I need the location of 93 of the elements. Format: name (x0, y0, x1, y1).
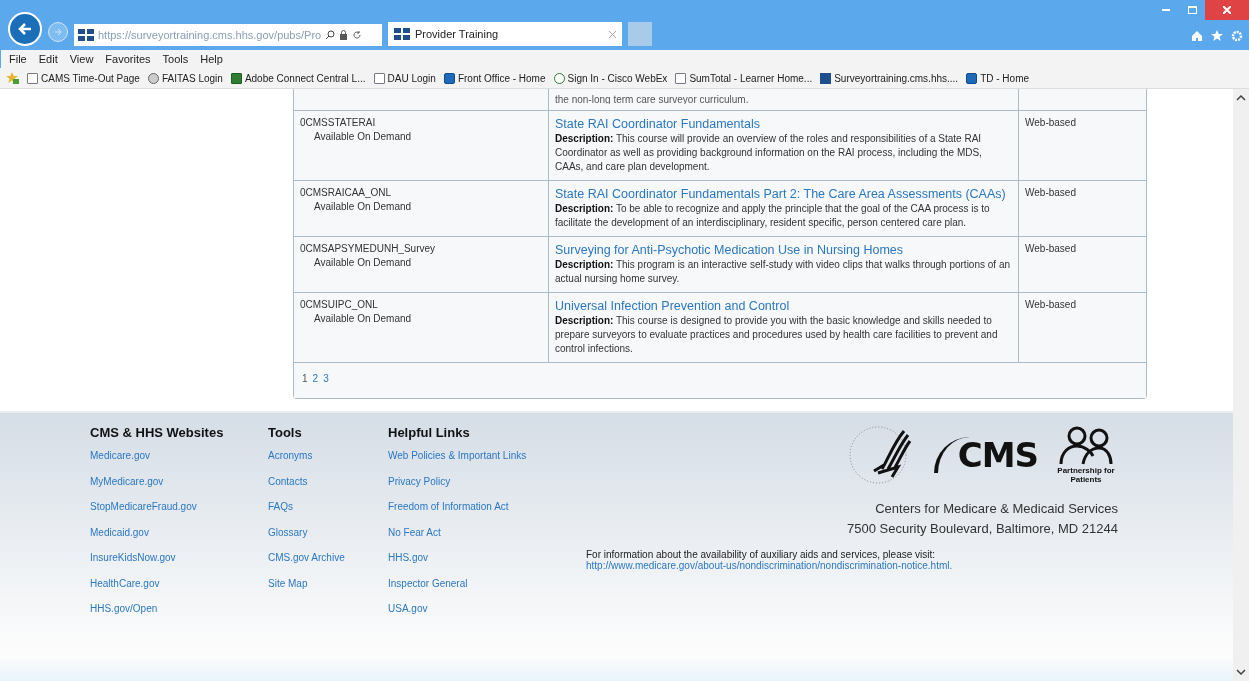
favorite-link[interactable]: CAMS Time-Out Page (27, 72, 140, 84)
browser-tab[interactable]: Provider Training (388, 22, 622, 46)
footer-link[interactable]: Site Map (268, 577, 388, 603)
description-text: Description: This course will provide an overview of the roles and responsibilities of a State RAI Coordinator as well as providing background information on the RAI process, including the MDS, CAAs, and care plan development. (555, 132, 983, 174)
footer-link[interactable]: Glossary (268, 526, 388, 552)
favorite-link[interactable]: Adobe Connect Central L... (230, 72, 366, 84)
page-link[interactable]: 3 (323, 373, 329, 384)
maximize-icon (1187, 6, 1197, 14)
refresh-icon[interactable] (352, 30, 363, 40)
footer-link[interactable]: MyMedicare.gov (90, 475, 268, 501)
settings-icon[interactable] (1231, 30, 1243, 42)
menu-item[interactable]: View (69, 53, 94, 65)
footer-link[interactable]: Web Policies & Important Links (388, 450, 568, 476)
course-title-link[interactable]: Universal Infection Prevention and Control (555, 298, 1012, 314)
site-logo-icon (78, 29, 94, 41)
address-line: 7500 Security Boulevard, Baltimore, MD 21244 (846, 520, 1118, 538)
footer-heading: Helpful Links (388, 425, 471, 440)
description-text: Description: This program is an interactive self-study with video clips that walks through portions of an actual nursing home survey. (555, 258, 1011, 286)
favorite-link[interactable]: Front Office - Home (443, 72, 546, 84)
footer-link[interactable]: Medicaid.gov (90, 526, 268, 552)
footer-link[interactable]: HealthCare.gov (90, 577, 268, 603)
course-code: 0CMSRAICAA_ONL (300, 186, 393, 200)
footer-heading: Tools (268, 425, 303, 440)
back-button[interactable] (8, 12, 42, 46)
course-title-link[interactable]: State RAI Coordinator Fundamentals (555, 116, 1012, 132)
delivery-type: Web-based (1025, 243, 1076, 254)
back-arrow-icon (18, 22, 32, 36)
home-icon[interactable] (1191, 30, 1203, 42)
scrollbar[interactable] (1233, 89, 1249, 681)
notice-text: For information about the availability of auxiliary aids and services, please visit: (586, 549, 936, 560)
availability-text: Available On Demand (313, 312, 413, 326)
minimize-icon (1162, 9, 1170, 11)
forward-button[interactable] (48, 22, 68, 42)
footer-link[interactable]: HHS.gov/Open (90, 603, 268, 629)
footer-link[interactable]: Acronyms (268, 450, 388, 476)
menu-item[interactable]: File (9, 53, 27, 65)
footer-link[interactable]: No Fear Act (388, 526, 568, 552)
delivery-type: Web-based (1025, 117, 1076, 128)
menu-item[interactable]: Tools (162, 53, 189, 65)
site-logo-icon (394, 28, 410, 40)
favorite-link[interactable]: Sign In - Cisco WebEx (553, 72, 668, 84)
cms-logo: CMS (933, 437, 1044, 473)
footer-link[interactable]: USA.gov (388, 603, 568, 629)
availability-text: Available On Demand (313, 200, 413, 214)
availability-text: Available On Demand (313, 130, 413, 144)
course-title-link[interactable]: Surveying for Anti-Psychotic Medication Use in Nursing Homes (555, 242, 1012, 258)
footer-link[interactable]: FAQs (268, 501, 388, 527)
scroll-up-icon[interactable] (1236, 95, 1246, 101)
url-text: https://surveyortraining.cms.hhs.gov/pubs/Pro (98, 29, 322, 41)
footer-heading: CMS & HHS Websites (90, 425, 225, 440)
search-icon[interactable] (325, 30, 336, 40)
course-code: 0CMSAPSYMEDUNH_Survey (300, 242, 437, 256)
description-text: Description: To be able to recognize and apply the principle that the goal of the CAA process is to facilitate the development of an interdisciplinary, resident specific, person centered care plan. (555, 202, 991, 230)
footer-link[interactable]: HHS.gov (388, 552, 568, 578)
footer-link[interactable]: Contacts (268, 475, 388, 501)
availability-text: Available On Demand (313, 256, 413, 270)
favorite-link[interactable]: Surveyortraining.cms.hhs.... (820, 72, 959, 84)
tab-title: Provider Training (415, 28, 500, 40)
delivery-type: Web-based (1025, 299, 1076, 310)
scroll-down-icon[interactable] (1236, 669, 1246, 675)
notice-link[interactable]: http://www.medicare.gov/about-us/nondiscrimination/nondiscrimination-notice.html. (586, 560, 1118, 571)
footer-link[interactable]: StopMedicareFraud.gov (90, 501, 268, 527)
course-code: 0CMSSTATERAI (300, 116, 377, 130)
close-button[interactable] (1205, 0, 1249, 20)
menu-item[interactable]: Edit (38, 53, 58, 65)
star-icon[interactable] (1211, 30, 1223, 42)
footer-link[interactable]: Medicare.gov (90, 450, 268, 476)
page-link[interactable]: 1 (302, 373, 308, 384)
footer-link[interactable]: Freedom of Information Act (388, 501, 568, 527)
favorite-link[interactable]: DAU Login (373, 72, 436, 84)
page-link[interactable]: 2 (312, 373, 319, 384)
forward-arrow-icon (54, 28, 62, 36)
footer-link[interactable]: InsureKidsNow.gov (90, 552, 268, 578)
lock-icon (339, 30, 349, 40)
favorite-link[interactable]: SumTotal - Learner Home... (675, 72, 813, 84)
menu-item[interactable]: Favorites (105, 53, 151, 65)
course-title-link[interactable]: State RAI Coordinator Fundamentals Part 2: The Care Area Assessments (CAAs) (555, 186, 1012, 202)
menu-item[interactable]: Help (200, 53, 223, 65)
course-code: 0CMSUIPC_ONL (300, 298, 379, 312)
address-bar[interactable]: https://surveyortraining.cms.hhs.gov/pubs/Pro (74, 24, 382, 46)
delivery-type: Web-based (1025, 187, 1076, 198)
footer-link[interactable]: Privacy Policy (388, 475, 568, 501)
footer-link[interactable]: CMS.gov Archive (268, 552, 388, 578)
add-favorite-icon[interactable] (6, 72, 19, 84)
people-logo-drawing (1057, 426, 1115, 466)
partnership-logo-text: Partnership for Patients (1056, 466, 1116, 484)
favorite-link[interactable]: FAITAS Login (147, 72, 223, 84)
close-icon (1223, 6, 1231, 14)
address-line: Centers for Medicare & Medicaid Services (874, 500, 1118, 518)
favorite-link[interactable]: TD - Home (966, 72, 1030, 84)
close-icon[interactable] (609, 30, 616, 38)
description-text: Description: This course is designed to provide you with the basic knowledge and skills needed to prepare surveyors to evaluate practices and procedures used by health care facilities to prevent and control infections. (555, 314, 999, 356)
footer-link[interactable]: Inspector General (388, 577, 568, 603)
